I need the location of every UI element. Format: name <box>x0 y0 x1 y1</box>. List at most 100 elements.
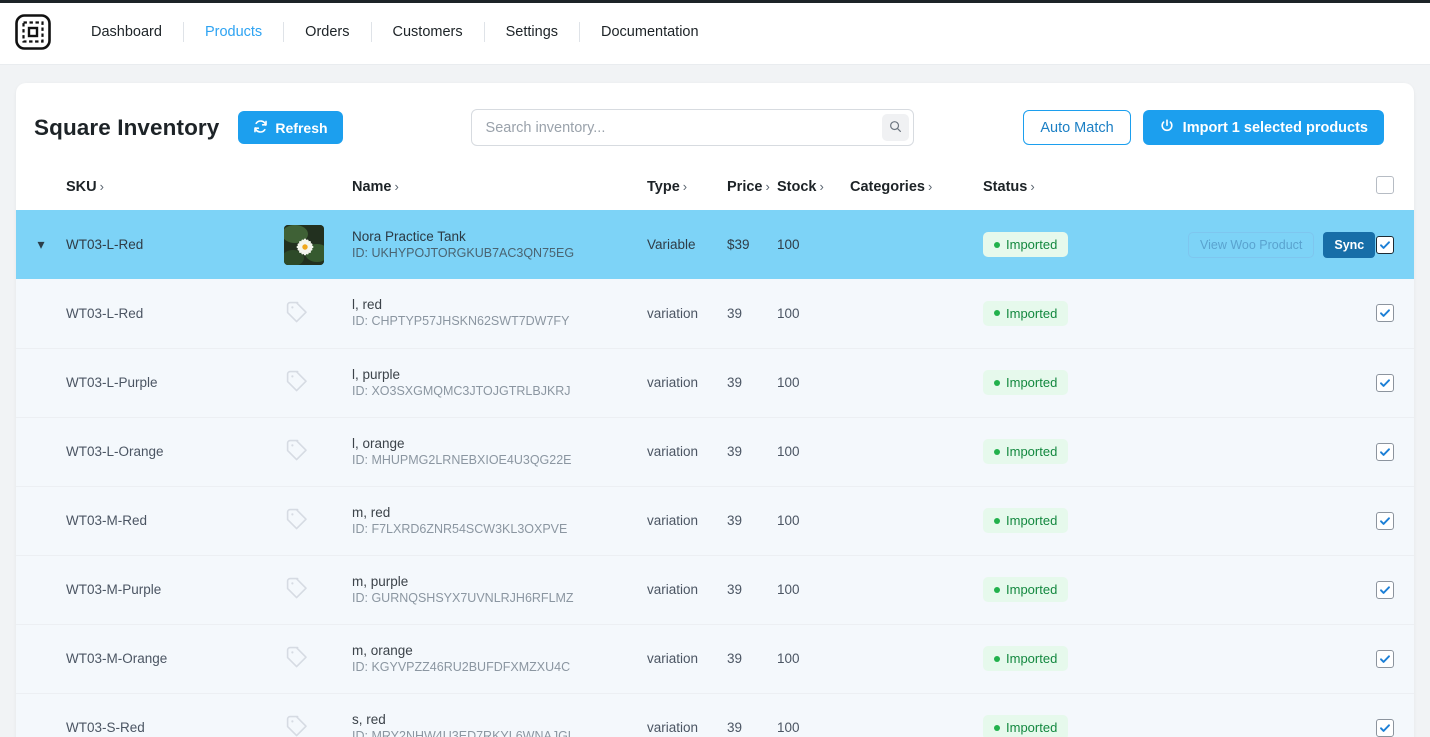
cell-name: m, red ID: F7LXRD6ZNR54SCW3KL3OXPVE <box>352 486 647 556</box>
table-row[interactable]: ▾ WT03-L-Red Nora Practice Tank ID: UKHYPOJ… <box>16 210 1414 279</box>
status-dot-icon <box>994 655 1000 662</box>
cell-name: Nora Practice Tank ID: UKHYPOJTORGKUB7AC3… <box>352 210 647 279</box>
cell-select <box>1376 210 1414 279</box>
cell-name: l, purple ID: XO3SXGMQMC3JTOJGTRLBJKRJ <box>352 348 647 418</box>
cell-name: m, purple ID: GURNQSHSYX7UVNLRJH6RFLMZ <box>352 555 647 625</box>
product-id: ID: GURNQSHSYX7UVNLRJH6RFLMZ <box>352 590 574 605</box>
cell-status: Imported <box>983 624 1188 694</box>
row-checkbox[interactable] <box>1376 235 1394 254</box>
refresh-button[interactable]: Refresh <box>238 111 343 144</box>
row-checkbox[interactable] <box>1376 718 1394 737</box>
status-dot-icon <box>994 517 1000 524</box>
row-expand-cell[interactable] <box>16 279 66 349</box>
cell-price: 39 <box>727 486 777 556</box>
table-row[interactable]: WT03-S-Red s, red ID: MRY2NHW4U3ED7RKYL6WN… <box>16 693 1414 737</box>
th-status[interactable]: Status › <box>983 166 1188 210</box>
table-row[interactable]: WT03-L-Purple l, purple ID: XO3SXGMQMC3JTO… <box>16 348 1414 418</box>
row-checkbox[interactable] <box>1376 649 1394 668</box>
chevron-down-icon[interactable]: ▾ <box>16 236 66 253</box>
nav-item-documentation[interactable]: Documentation <box>580 22 720 42</box>
status-label: Imported <box>1006 651 1058 666</box>
import-label: Import 1 selected products <box>1182 119 1368 136</box>
product-name: m, purple <box>352 573 409 589</box>
price-value: $39 <box>727 237 750 252</box>
th-stock-label: Stock <box>777 179 817 195</box>
cell-stock: 100 <box>777 279 850 349</box>
row-checkbox[interactable] <box>1376 442 1394 461</box>
chevron-right-icon: › <box>927 179 933 194</box>
cell-sku: WT03-L-Red <box>66 210 284 279</box>
row-expand-cell[interactable] <box>16 348 66 418</box>
price-value: 39 <box>727 305 743 321</box>
cell-select <box>1376 693 1414 737</box>
cell-stock: 100 <box>777 693 850 737</box>
chevron-right-icon: › <box>1030 179 1035 194</box>
row-checkbox[interactable] <box>1376 373 1394 392</box>
view-woo-product-button[interactable]: View Woo Product <box>1188 231 1315 258</box>
th-sku[interactable]: SKU › <box>66 166 284 210</box>
status-label: Imported <box>1006 444 1058 459</box>
sku-value: WT03-L-Red <box>66 305 144 321</box>
th-categories[interactable]: Categories › <box>850 166 983 210</box>
cell-thumb <box>284 693 352 737</box>
th-price[interactable]: Price › <box>727 166 777 210</box>
sync-button[interactable]: Sync <box>1323 231 1376 258</box>
card-header: Square Inventory Refresh Auto Ma <box>16 83 1414 166</box>
row-checkbox[interactable] <box>1376 511 1394 530</box>
table-row[interactable]: WT03-L-Orange l, orange ID: MHUPMG2LRNEBXI… <box>16 417 1414 487</box>
table-row[interactable]: WT03-M-Purple m, purple ID: GURNQSHSYX7UVN… <box>16 555 1414 625</box>
th-stock[interactable]: Stock › <box>777 166 850 210</box>
search-input[interactable] <box>470 109 914 146</box>
cell-categories <box>850 624 983 694</box>
status-badge: Imported <box>983 715 1069 737</box>
cell-price: 39 <box>727 417 777 487</box>
cell-categories <box>850 693 983 737</box>
product-id: ID: MRY2NHW4U3ED7RKYL6WNAJGL <box>352 728 575 737</box>
cell-actions <box>1188 555 1376 625</box>
product-name: Nora Practice Tank <box>352 228 466 244</box>
nav-item-customers[interactable]: Customers <box>372 22 485 42</box>
status-dot-icon <box>994 241 1000 248</box>
tag-icon <box>284 439 310 466</box>
page-title: Square Inventory <box>34 114 220 140</box>
select-all-checkbox[interactable] <box>1376 176 1394 194</box>
row-expand-cell[interactable] <box>16 693 66 737</box>
search-button[interactable] <box>881 114 909 141</box>
tag-icon <box>284 577 310 604</box>
row-expand-cell[interactable] <box>16 624 66 694</box>
nav-item-settings[interactable]: Settings <box>485 22 581 42</box>
row-checkbox[interactable] <box>1376 304 1394 323</box>
th-type[interactable]: Type › <box>647 166 727 210</box>
inventory-table: SKU › Name › Type › Price › Stock › Categorie… <box>16 166 1414 737</box>
cell-sku: WT03-M-Red <box>66 486 284 556</box>
crop-select-icon[interactable] <box>14 13 52 51</box>
table-row[interactable]: WT03-M-Red m, red ID: F7LXRD6ZNR54SCW3KL3O… <box>16 486 1414 556</box>
nav-item-products[interactable]: Products <box>184 22 285 42</box>
row-checkbox[interactable] <box>1376 580 1394 599</box>
row-expand-cell[interactable] <box>16 417 66 487</box>
row-expand-cell[interactable] <box>16 486 66 556</box>
price-value: 39 <box>727 444 743 459</box>
table-row[interactable]: WT03-L-Red l, red ID: CHPTYP57JHSKN62SWT7D… <box>16 279 1414 349</box>
status-dot-icon <box>994 310 1000 317</box>
product-name: l, red <box>352 297 383 313</box>
table-header: SKU › Name › Type › Price › Stock › Categorie… <box>16 166 1414 210</box>
row-expand-cell[interactable]: ▾ <box>16 210 66 279</box>
type-value: variation <box>647 375 699 390</box>
status-dot-icon <box>994 379 1000 386</box>
nav-item-orders[interactable]: Orders <box>284 22 372 42</box>
th-name[interactable]: Name › <box>352 166 647 210</box>
stock-value: 100 <box>777 651 800 666</box>
import-selected-button[interactable]: Import 1 selected products <box>1142 110 1384 145</box>
row-expand-cell[interactable] <box>16 555 66 625</box>
nav-item-dashboard[interactable]: Dashboard <box>70 22 184 42</box>
product-id: ID: KGYVPZZ46RU2BUFDFXMZXU4C <box>352 659 571 674</box>
product-id: ID: CHPTYP57JHSKN62SWT7DW7FY <box>352 314 570 329</box>
cell-price: $39 <box>727 210 777 279</box>
chevron-right-icon: › <box>394 179 399 194</box>
auto-match-button[interactable]: Auto Match <box>1023 110 1131 145</box>
table-row[interactable]: WT03-M-Orange m, orange ID: KGYVPZZ46RU2BU… <box>16 624 1414 694</box>
th-select-all <box>1376 166 1414 210</box>
cell-categories <box>850 210 983 279</box>
cell-status: Imported <box>983 348 1188 418</box>
